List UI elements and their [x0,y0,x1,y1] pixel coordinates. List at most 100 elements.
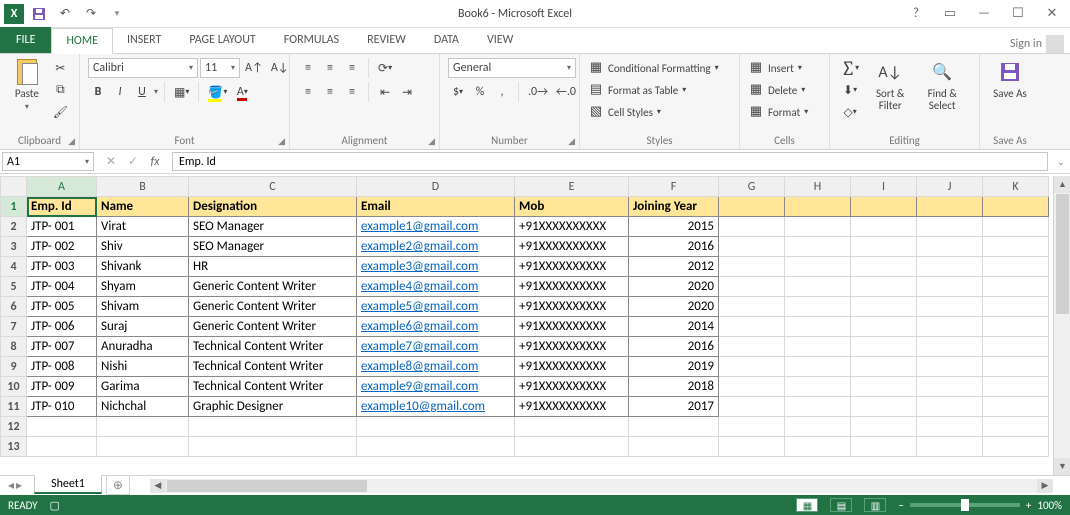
help-icon[interactable]: ? [904,6,928,21]
cell-K11[interactable] [983,397,1049,417]
cell-D3[interactable]: example2@gmail.com [357,237,515,257]
format-painter-button[interactable]: 🖌 [50,102,71,122]
cell-H9[interactable] [785,357,851,377]
font-size-combo[interactable]: 11▾ [200,58,240,78]
maximize-button[interactable]: ☐ [1006,6,1030,21]
redo-button[interactable]: ↷ [80,3,102,25]
col-header-G[interactable]: G [719,177,785,197]
cell-A10[interactable]: JTP- 009 [27,377,97,397]
cell-B8[interactable]: Anuradha [97,337,189,357]
bold-button[interactable]: B [88,82,108,102]
zoom-out-button[interactable]: − [898,499,903,512]
expand-formula-bar-icon[interactable]: ⌄ [1057,155,1065,168]
cell-E8[interactable]: +91XXXXXXXXXX [515,337,629,357]
page-break-view-button[interactable]: ▥ [864,498,886,512]
cell-F8[interactable]: 2016 [629,337,719,357]
font-name-combo[interactable]: Calibri▾ [88,58,198,78]
font-launcher[interactable]: ◢ [278,136,285,147]
cell-F12[interactable] [629,417,719,437]
cell-I12[interactable] [851,417,917,437]
cancel-formula-icon[interactable]: ✕ [102,154,120,169]
cell-C12[interactable] [189,417,357,437]
cell-I9[interactable] [851,357,917,377]
cell-G12[interactable] [719,417,785,437]
cell-I11[interactable] [851,397,917,417]
cell-C3[interactable]: SEO Manager [189,237,357,257]
number-launcher[interactable]: ◢ [568,136,575,147]
cell-G2[interactable] [719,217,785,237]
format-as-table-button[interactable]: ▤Format as Table▾ [588,80,686,100]
cell-E12[interactable] [515,417,629,437]
cell-I6[interactable] [851,297,917,317]
cell-A13[interactable] [27,437,97,457]
align-middle-button[interactable]: ≡ [320,58,340,78]
cell-K9[interactable] [983,357,1049,377]
cell-K6[interactable] [983,297,1049,317]
borders-button[interactable]: ▦▾ [171,82,192,102]
cell-F2[interactable]: 2015 [629,217,719,237]
cell-J13[interactable] [917,437,983,457]
formula-input[interactable]: Emp. Id ⌄ [172,152,1048,171]
cell-K3[interactable] [983,237,1049,257]
cell-A9[interactable]: JTP- 008 [27,357,97,377]
tab-home[interactable]: HOME [51,28,113,54]
save-as-button[interactable]: Save As [988,58,1032,100]
scroll-left-button[interactable]: ◀ [150,479,166,493]
align-right-button[interactable]: ≡ [342,82,362,102]
col-header-C[interactable]: C [189,177,357,197]
cell-B9[interactable]: Nishi [97,357,189,377]
horizontal-scrollbar[interactable]: ◀ ▶ [150,479,1053,493]
fill-button[interactable]: ⬇▾ [838,80,862,100]
col-header-H[interactable]: H [785,177,851,197]
cell-E3[interactable]: +91XXXXXXXXXX [515,237,629,257]
cell-E6[interactable]: +91XXXXXXXXXX [515,297,629,317]
clear-button[interactable]: ◇▾ [838,102,862,122]
cell-K8[interactable] [983,337,1049,357]
autosum-button[interactable]: ∑▾ [838,58,862,78]
cell-D8[interactable]: example7@gmail.com [357,337,515,357]
decrease-decimal-button[interactable]: ←.0 [553,82,579,102]
align-bottom-button[interactable]: ≡ [342,58,362,78]
cell-D10[interactable]: example9@gmail.com [357,377,515,397]
cell-G9[interactable] [719,357,785,377]
cell-C1[interactable]: Designation [189,197,357,217]
cell-J11[interactable] [917,397,983,417]
underline-button[interactable]: U [132,82,152,102]
scroll-thumb[interactable] [1056,194,1069,314]
cell-C8[interactable]: Technical Content Writer [189,337,357,357]
tab-file[interactable]: FILE [0,27,51,53]
cell-E7[interactable]: +91XXXXXXXXXX [515,317,629,337]
cell-K1[interactable] [983,197,1049,217]
col-header-A[interactable]: A [27,177,97,197]
cell-F9[interactable]: 2019 [629,357,719,377]
cell-B3[interactable]: Shiv [97,237,189,257]
increase-decimal-button[interactable]: .0→ [525,82,551,102]
cell-H7[interactable] [785,317,851,337]
cell-F3[interactable]: 2016 [629,237,719,257]
enter-formula-icon[interactable]: ✓ [124,154,142,169]
cell-C2[interactable]: SEO Manager [189,217,357,237]
cell-C11[interactable]: Graphic Designer [189,397,357,417]
cell-G7[interactable] [719,317,785,337]
cell-F5[interactable]: 2020 [629,277,719,297]
cell-K13[interactable] [983,437,1049,457]
cell-K4[interactable] [983,257,1049,277]
cell-H10[interactable] [785,377,851,397]
cell-A5[interactable]: JTP- 004 [27,277,97,297]
col-header-K[interactable]: K [983,177,1049,197]
cell-I8[interactable] [851,337,917,357]
name-box[interactable]: A1▾ [2,152,94,171]
decrease-indent-button[interactable]: ⇤ [375,82,395,102]
font-color-button[interactable]: A▾ [232,82,252,102]
zoom-slider[interactable] [910,503,1020,507]
close-button[interactable]: ✕ [1040,6,1064,21]
cell-D13[interactable] [357,437,515,457]
cell-H2[interactable] [785,217,851,237]
cell-C4[interactable]: HR [189,257,357,277]
zoom-level[interactable]: 100% [1037,499,1062,512]
cell-J10[interactable] [917,377,983,397]
paste-button[interactable]: Paste ▾ [8,58,46,112]
cell-C5[interactable]: Generic Content Writer [189,277,357,297]
cell-G11[interactable] [719,397,785,417]
scroll-down-button[interactable]: ▼ [1054,458,1070,475]
